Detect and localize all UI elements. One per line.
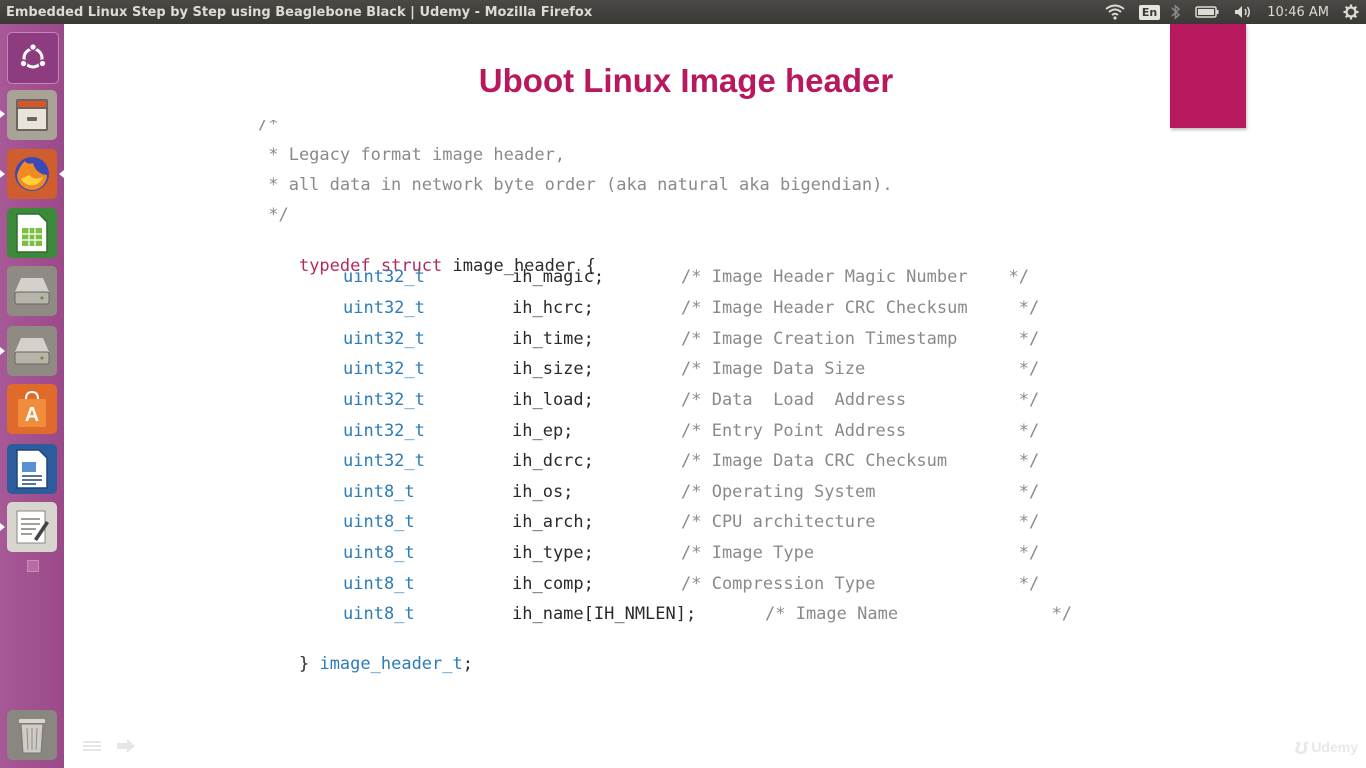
typedef-alias: image_header_t bbox=[319, 654, 463, 674]
comment-line: /* bbox=[258, 114, 279, 134]
field-type: uint8_t bbox=[343, 482, 415, 502]
field-name: ih_load; bbox=[512, 390, 594, 410]
hard-drive-icon[interactable] bbox=[7, 326, 57, 376]
launcher-running-pip bbox=[0, 170, 5, 178]
udemy-watermark: ʊ Udemy bbox=[1295, 734, 1358, 760]
window-title: Embedded Linux Step by Step using Beagle… bbox=[6, 4, 593, 20]
launcher-expand-icon[interactable] bbox=[27, 560, 39, 572]
field-name: ih_comp; bbox=[512, 574, 594, 594]
terminator: ; bbox=[462, 654, 473, 674]
launcher-running-pip bbox=[0, 347, 5, 355]
firefox-icon[interactable] bbox=[7, 149, 57, 199]
launcher-running-pip bbox=[0, 110, 5, 118]
launcher-active-pip bbox=[59, 170, 64, 178]
text-editor-icon[interactable] bbox=[7, 502, 57, 552]
typedef-end-line: } image_header_t; bbox=[258, 634, 473, 694]
field-name: ih_size; bbox=[512, 359, 594, 379]
svg-text:A: A bbox=[25, 404, 39, 426]
field-comment: /* Compression Type */ bbox=[681, 574, 1040, 594]
hard-drive-icon[interactable] bbox=[7, 266, 57, 316]
field-type: uint8_t bbox=[343, 543, 415, 563]
field-type: uint32_t bbox=[343, 267, 425, 287]
udemy-watermark-text: Udemy bbox=[1311, 739, 1358, 755]
field-comment: /* Image Header Magic Number */ bbox=[681, 267, 1029, 287]
comment-line: * Legacy format image header, bbox=[258, 145, 566, 165]
field-name: ih_hcrc; bbox=[512, 298, 594, 318]
field-type: uint32_t bbox=[343, 421, 425, 441]
field-name: ih_os; bbox=[512, 482, 574, 502]
field-comment: /* Entry Point Address */ bbox=[681, 421, 1040, 441]
typedef-line: typedef struct image_header { bbox=[258, 236, 596, 296]
field-name: ih_type; bbox=[512, 543, 594, 563]
field-comment: /* Image Creation Timestamp */ bbox=[681, 329, 1040, 349]
clock[interactable]: 10:46 AM bbox=[1267, 5, 1329, 20]
udemy-logo-icon: ʊ bbox=[1294, 734, 1309, 759]
comment-line: */ bbox=[258, 205, 289, 225]
field-comment: /* CPU architecture */ bbox=[681, 512, 1040, 532]
field-type: uint32_t bbox=[343, 390, 425, 410]
launcher: A bbox=[0, 24, 64, 768]
transcript-icon[interactable] bbox=[82, 738, 102, 757]
slide-accent-block bbox=[1170, 24, 1246, 128]
field-type: uint8_t bbox=[343, 574, 415, 594]
field-name: ih_name[IH_NMLEN]; bbox=[512, 604, 697, 624]
field-name: ih_arch; bbox=[512, 512, 594, 532]
field-comment: /* Image Name */ bbox=[765, 604, 1073, 624]
keyboard-layout-indicator[interactable]: En bbox=[1138, 4, 1161, 20]
file-cabinet-icon[interactable] bbox=[7, 90, 57, 140]
field-type: uint32_t bbox=[343, 451, 425, 471]
field-type: uint32_t bbox=[343, 359, 425, 379]
field-name: ih_ep; bbox=[512, 421, 574, 441]
volume-icon[interactable] bbox=[1233, 4, 1253, 20]
document-icon[interactable] bbox=[7, 444, 57, 494]
field-comment: /* Operating System */ bbox=[681, 482, 1040, 502]
settings-gear-icon[interactable] bbox=[1343, 4, 1359, 20]
field-comment: /* Image Data CRC Checksum */ bbox=[681, 451, 1040, 471]
shopping-bag-icon[interactable]: A bbox=[7, 384, 57, 434]
next-arrow-icon[interactable] bbox=[116, 738, 136, 757]
field-comment: /* Image Header CRC Checksum */ bbox=[681, 298, 1040, 318]
close-brace: } bbox=[298, 654, 310, 674]
comment-line: * all data in network byte order (aka na… bbox=[258, 175, 893, 195]
field-type: uint8_t bbox=[343, 512, 415, 532]
wifi-icon[interactable] bbox=[1105, 4, 1125, 20]
field-type: uint32_t bbox=[343, 298, 425, 318]
field-type: uint8_t bbox=[343, 604, 415, 624]
spreadsheet-icon[interactable] bbox=[7, 208, 57, 258]
field-comment: /* Image Type */ bbox=[681, 543, 1040, 563]
bluetooth-icon[interactable] bbox=[1171, 4, 1181, 20]
field-comment: /* Data Load Address */ bbox=[681, 390, 1040, 410]
trash-icon[interactable] bbox=[7, 710, 57, 760]
field-type: uint32_t bbox=[343, 329, 425, 349]
field-comment: /* Image Data Size */ bbox=[681, 359, 1040, 379]
slide-title: Uboot Linux Image header bbox=[478, 62, 894, 99]
field-name: ih_dcrc; bbox=[512, 451, 594, 471]
indicator-area: En 10:46 AM bbox=[1098, 0, 1366, 24]
battery-icon[interactable] bbox=[1195, 5, 1219, 19]
ubuntu-logo-icon[interactable] bbox=[7, 32, 59, 84]
field-name: ih_magic; bbox=[512, 267, 605, 287]
top-panel: Embedded Linux Step by Step using Beagle… bbox=[0, 0, 1366, 24]
launcher-running-pip bbox=[0, 523, 5, 531]
field-name: ih_time; bbox=[512, 329, 594, 349]
